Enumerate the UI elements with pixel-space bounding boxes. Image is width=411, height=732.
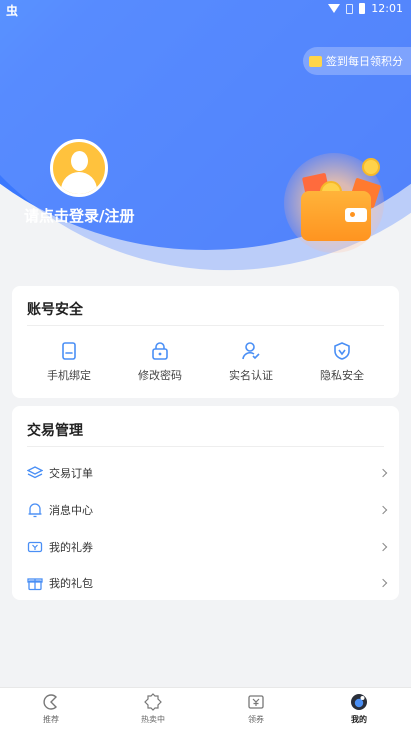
chevron-right-icon [378, 542, 388, 552]
phone-binding-button[interactable]: 手机绑定 [21, 341, 117, 383]
checkin-label: 签到每日领积分 [326, 55, 403, 68]
battery-icon [359, 3, 366, 14]
my-coupons-item[interactable]: 我的礼券 [12, 529, 399, 565]
hot-icon [144, 693, 162, 711]
coin-icon [362, 158, 380, 176]
app-notification-icon: 虫 [6, 4, 19, 18]
trade-management-title: 交易管理 [27, 423, 83, 439]
wifi-icon [328, 4, 341, 13]
privacy-security-button[interactable]: 隐私安全 [294, 341, 390, 383]
chevron-right-icon [378, 468, 388, 478]
profile-icon [350, 693, 368, 711]
coupon-icon [27, 539, 43, 555]
my-gift-pack-item[interactable]: 我的礼包 [12, 565, 399, 601]
sim-icon [346, 3, 354, 14]
profile-header: 签到每日领积分 请点击登录/注册 [0, 0, 411, 280]
trade-orders-item[interactable]: 交易订单 [12, 455, 399, 491]
user-verify-icon [241, 341, 261, 361]
shield-icon [332, 341, 352, 361]
trade-management-card: 交易管理 交易订单 消息中心 我的礼券 我的礼包 [12, 406, 399, 600]
bottom-nav: 推荐 热卖中 领券 我的 [0, 687, 411, 732]
recommend-icon [42, 693, 60, 711]
login-register-link[interactable]: 请点击登录/注册 [24, 205, 134, 226]
layers-icon [26, 465, 44, 481]
wallet-illustration [284, 153, 392, 253]
status-bar: 虫 12:01 [0, 0, 411, 20]
gift-icon [27, 575, 43, 591]
change-password-button[interactable]: 修改密码 [112, 341, 208, 383]
status-time: 12:01 [371, 2, 403, 15]
real-name-verify-button[interactable]: 实名认证 [203, 341, 299, 383]
coupon-icon [247, 693, 265, 711]
chevron-right-icon [378, 505, 388, 515]
nav-get-coupons[interactable]: 领券 [205, 693, 307, 725]
phone-icon [59, 341, 79, 361]
wallet-icon [301, 191, 371, 241]
nav-hot-selling[interactable]: 热卖中 [102, 693, 204, 725]
daily-checkin-button[interactable]: 签到每日领积分 [303, 47, 411, 75]
avatar[interactable] [50, 139, 108, 197]
nav-profile[interactable]: 我的 [308, 693, 410, 725]
lock-icon [150, 341, 170, 361]
nav-recommend[interactable]: 推荐 [0, 693, 102, 725]
checkin-gift-icon [309, 55, 322, 67]
account-security-card: 账号安全 手机绑定 修改密码 实名认证 隐私安全 [12, 286, 399, 398]
chevron-right-icon [378, 578, 388, 588]
account-security-title: 账号安全 [27, 302, 83, 318]
message-center-item[interactable]: 消息中心 [12, 492, 399, 528]
bell-icon [27, 502, 43, 518]
